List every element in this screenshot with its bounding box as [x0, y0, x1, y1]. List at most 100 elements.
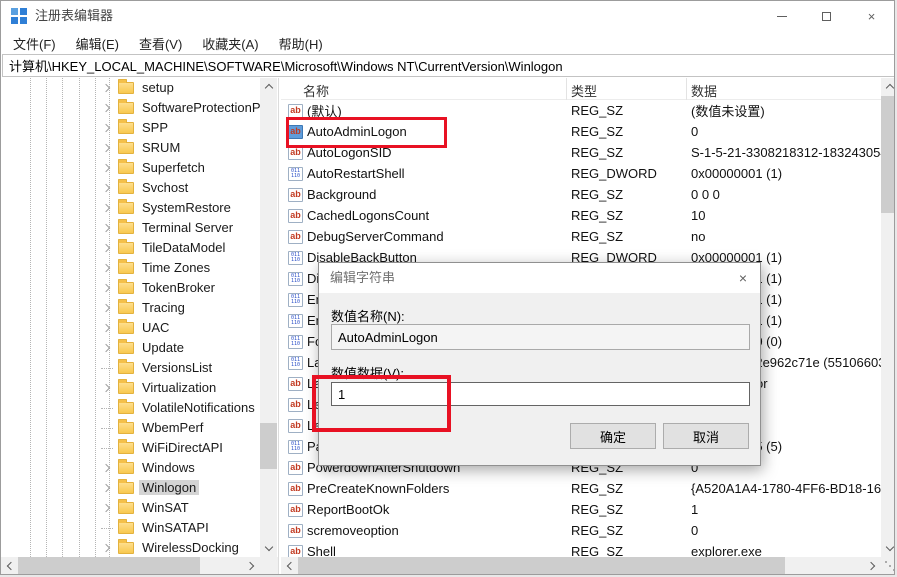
dialog-close-button[interactable]: ×: [726, 263, 760, 293]
minimize-button[interactable]: [759, 1, 804, 31]
list-vscroll-thumb[interactable]: [881, 96, 894, 213]
chevron-right-icon[interactable]: [102, 304, 110, 312]
scroll-right-button[interactable]: [243, 557, 260, 574]
registry-value-row[interactable]: abscremoveoptionREG_SZ0: [281, 520, 881, 541]
tree-item-winlogon[interactable]: Winlogon: [1, 478, 260, 498]
chevron-right-icon[interactable]: [102, 144, 110, 152]
chevron-right-icon[interactable]: [102, 204, 110, 212]
tree-item-spp[interactable]: SPP: [1, 118, 260, 138]
tree-item-wifidirectapi[interactable]: WiFiDirectAPI: [1, 438, 260, 458]
tree-item-winsatapi[interactable]: WinSATAPI: [1, 518, 260, 538]
tree-item-terminal-server[interactable]: Terminal Server: [1, 218, 260, 238]
tree-item-virtualization[interactable]: Virtualization: [1, 378, 260, 398]
tree-item-label: Time Zones: [139, 260, 213, 275]
scroll-left-button[interactable]: [1, 557, 18, 574]
tree-item-srum[interactable]: SRUM: [1, 138, 260, 158]
folder-icon: [118, 502, 134, 514]
scroll-up-button[interactable]: [881, 78, 894, 95]
dword-value-icon: 011 110: [288, 314, 303, 328]
scroll-down-button[interactable]: [881, 540, 894, 557]
column-header-data[interactable]: 数据: [691, 81, 717, 100]
chevron-right-icon[interactable]: [102, 464, 110, 472]
tree-item-wbemperf[interactable]: WbemPerf: [1, 418, 260, 438]
tree-item-softwareprotectionplatform[interactable]: SoftwareProtectionPlatform: [1, 98, 260, 118]
value-type: REG_SZ: [571, 481, 691, 496]
column-header-name[interactable]: 名称: [303, 81, 329, 100]
value-name: AutoRestartShell: [307, 166, 571, 181]
tree-item-superfetch[interactable]: Superfetch: [1, 158, 260, 178]
chevron-right-icon[interactable]: [102, 164, 110, 172]
chevron-right-icon[interactable]: [102, 544, 110, 552]
tree-item-tokenbroker[interactable]: TokenBroker: [1, 278, 260, 298]
chevron-right-icon[interactable]: [102, 84, 110, 92]
list-hscroll-thumb[interactable]: [298, 557, 785, 574]
chevron-right-icon[interactable]: [102, 384, 110, 392]
tree-item-windows[interactable]: Windows: [1, 458, 260, 478]
list-horizontal-scrollbar[interactable]: [281, 557, 881, 574]
chevron-right-icon[interactable]: [102, 244, 110, 252]
chevron-right-icon[interactable]: [102, 504, 110, 512]
tree-item-label: UAC: [139, 320, 172, 335]
tree-item-versionslist[interactable]: VersionsList: [1, 358, 260, 378]
value-data: 1: [691, 502, 881, 517]
tree-item-volatilenotifications[interactable]: VolatileNotifications: [1, 398, 260, 418]
tree-item-uac[interactable]: UAC: [1, 318, 260, 338]
column-header-type[interactable]: 类型: [571, 81, 597, 100]
value-name: PreCreateKnownFolders: [307, 481, 571, 496]
tree-horizontal-scrollbar[interactable]: [1, 557, 260, 574]
tree-item-tiledatamodel[interactable]: TileDataModel: [1, 238, 260, 258]
value-name-field[interactable]: [331, 324, 750, 350]
tree-hscroll-thumb[interactable]: [18, 557, 200, 574]
menu-item-view[interactable]: 查看(V): [129, 31, 192, 54]
column-separator[interactable]: [566, 78, 567, 100]
chevron-right-icon[interactable]: [102, 104, 110, 112]
tree-item-tracing[interactable]: Tracing: [1, 298, 260, 318]
list-vertical-scrollbar[interactable]: [881, 78, 894, 557]
value-name: ReportBootOk: [307, 502, 571, 517]
tree-vertical-scrollbar[interactable]: [260, 78, 277, 557]
value-data: 10: [691, 208, 881, 223]
registry-value-row[interactable]: 011 110AutoRestartShellREG_DWORD0x000000…: [281, 163, 881, 184]
chevron-right-icon[interactable]: [102, 124, 110, 132]
registry-value-row[interactable]: abReportBootOkREG_SZ1: [281, 499, 881, 520]
chevron-left-icon: [287, 561, 295, 569]
close-button[interactable]: ×: [849, 1, 894, 31]
folder-icon: [118, 82, 134, 94]
chevron-right-icon[interactable]: [102, 264, 110, 272]
value-type: REG_SZ: [571, 187, 691, 202]
maximize-button[interactable]: [804, 1, 849, 31]
tree-item-wirelessdocking[interactable]: WirelessDocking: [1, 538, 260, 558]
menu-item-favorites[interactable]: 收藏夹(A): [192, 31, 268, 54]
registry-value-row[interactable]: abBackgroundREG_SZ0 0 0: [281, 184, 881, 205]
chevron-right-icon[interactable]: [102, 184, 110, 192]
scroll-up-button[interactable]: [260, 78, 277, 95]
tree-item-winsat[interactable]: WinSAT: [1, 498, 260, 518]
tree-item-setup[interactable]: setup: [1, 78, 260, 98]
menu-item-help[interactable]: 帮助(H): [269, 31, 333, 54]
dword-value-icon: 011 110: [288, 356, 303, 370]
registry-value-row[interactable]: abPreCreateKnownFoldersREG_SZ{A520A1A4-1…: [281, 478, 881, 499]
address-bar-input[interactable]: [2, 54, 895, 77]
resize-grip[interactable]: [881, 557, 894, 574]
tree-item-time-zones[interactable]: Time Zones: [1, 258, 260, 278]
tree-item-svchost[interactable]: Svchost: [1, 178, 260, 198]
menu-item-file[interactable]: 文件(F): [3, 31, 66, 54]
cancel-button[interactable]: 取消: [663, 423, 749, 449]
column-separator[interactable]: [686, 78, 687, 100]
chevron-right-icon[interactable]: [102, 324, 110, 332]
menu-item-edit[interactable]: 编辑(E): [66, 31, 129, 54]
registry-value-row[interactable]: abDebugServerCommandREG_SZno: [281, 226, 881, 247]
string-value-icon: ab: [288, 461, 303, 475]
chevron-right-icon[interactable]: [102, 484, 110, 492]
chevron-right-icon[interactable]: [102, 224, 110, 232]
tree-vscroll-thumb[interactable]: [260, 423, 277, 469]
tree-item-systemrestore[interactable]: SystemRestore: [1, 198, 260, 218]
ok-button[interactable]: 确定: [570, 423, 656, 449]
chevron-right-icon[interactable]: [102, 344, 110, 352]
chevron-right-icon[interactable]: [102, 284, 110, 292]
tree-item-update[interactable]: Update: [1, 338, 260, 358]
registry-value-row[interactable]: abCachedLogonsCountREG_SZ10: [281, 205, 881, 226]
scroll-right-button[interactable]: [864, 557, 881, 574]
scroll-left-button[interactable]: [281, 557, 298, 574]
scroll-down-button[interactable]: [260, 540, 277, 557]
